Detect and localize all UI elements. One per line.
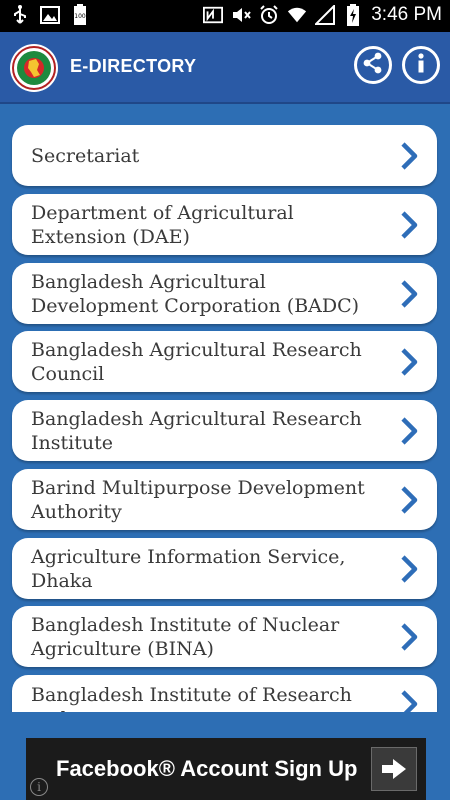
list-item-badc[interactable]: Bangladesh Agricultural Development Corp…	[12, 263, 437, 324]
list-item-label: Bangladesh Agricultural Development Corp…	[31, 270, 360, 317]
chevron-right-icon	[401, 210, 418, 239]
battery-full-icon: 100	[70, 4, 90, 25]
status-left-icons: 100	[10, 4, 90, 25]
list-item-label: Bangladesh Agricultural Research Council	[31, 338, 362, 385]
list-item-bina[interactable]: Bangladesh Institute of Nuclear Agricult…	[12, 606, 437, 667]
chevron-right-icon	[401, 416, 418, 445]
app-title: E-DIRECTORY	[70, 56, 197, 76]
ad-banner[interactable]: Facebook® Account Sign Up	[26, 738, 426, 800]
image-icon	[40, 5, 60, 25]
list-item-label: Bangladesh Institute of Nuclear Agricult…	[31, 613, 340, 660]
list-item-bmda[interactable]: Barind Multipurpose Development Authorit…	[12, 469, 437, 530]
alarm-icon	[259, 5, 279, 25]
list-item-ais[interactable]: Agriculture Information Service, Dhaka	[12, 538, 437, 599]
list-item-label: Bangladesh Agricultural Research Institu…	[31, 407, 362, 454]
status-right-icons: 3:46 PM	[203, 4, 442, 26]
chevron-right-icon	[401, 347, 418, 376]
info-button[interactable]	[402, 46, 440, 84]
nfc-icon	[203, 5, 224, 25]
battery-charging-icon	[343, 4, 363, 26]
ad-area: Facebook® Account Sign Up	[0, 712, 450, 800]
battery-level-text: 100	[74, 13, 86, 20]
list-item-bari[interactable]: Bangladesh Agricultural Research Institu…	[12, 400, 437, 461]
chevron-right-icon	[401, 554, 418, 583]
signal-icon	[315, 5, 336, 25]
ad-info-icon[interactable]: i	[30, 778, 48, 796]
share-button[interactable]	[354, 46, 392, 84]
list-item-dae[interactable]: Department of Agricultural Extension (DA…	[12, 194, 437, 255]
ad-go-button[interactable]	[371, 747, 417, 791]
chevron-right-icon	[401, 141, 418, 170]
list-item-label: Secretariat	[31, 144, 140, 167]
list-item-label: Department of Agricultural Extension (DA…	[31, 201, 294, 248]
chevron-right-icon	[401, 279, 418, 308]
arrow-right-icon	[382, 759, 406, 779]
mute-icon	[231, 5, 252, 25]
chevron-right-icon	[401, 622, 418, 651]
wifi-icon	[287, 5, 307, 25]
clock-time: 3:46 PM	[371, 4, 442, 25]
ad-text: Facebook® Account Sign Up	[56, 756, 358, 781]
government-logo-icon	[10, 44, 58, 92]
usb-icon	[10, 5, 30, 25]
list-item-barc[interactable]: Bangladesh Agricultural Research Council	[12, 331, 437, 392]
info-icon	[409, 51, 433, 79]
app-header: E-DIRECTORY	[0, 32, 450, 104]
directory-list[interactable]: Secretariat Department of Agricultural E…	[0, 104, 450, 712]
list-item-secretariat[interactable]: Secretariat	[12, 125, 437, 186]
list-item-label: Bangladesh Institute of Research and	[31, 684, 352, 712]
status-bar: 100 3:46 PM	[0, 0, 450, 32]
share-icon	[361, 51, 385, 79]
list-item-label: Agriculture Information Service, Dhaka	[31, 545, 346, 592]
chevron-right-icon	[401, 690, 418, 712]
list-item-birtan[interactable]: Bangladesh Institute of Research and	[12, 675, 437, 712]
chevron-right-icon	[401, 485, 418, 514]
list-item-label: Barind Multipurpose Development Authorit…	[31, 476, 365, 523]
